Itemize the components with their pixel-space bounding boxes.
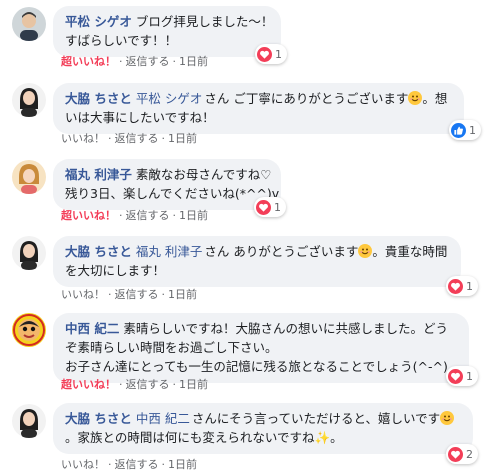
comment-author[interactable]: 大脇 ちさと — [65, 411, 132, 426]
comment-author[interactable]: 福丸 利津子 — [65, 167, 132, 182]
smiling-face-icon — [358, 244, 373, 258]
comment-text: さん ご丁寧にありがとうございます — [204, 91, 409, 106]
comment-text: 素敵なお母さんですね♡ — [135, 167, 272, 182]
avatar-photo-icon — [12, 83, 46, 117]
avatar-photo-icon — [12, 313, 46, 347]
heart-reaction-icon — [257, 46, 272, 62]
reaction-summary[interactable]: 1 — [446, 366, 478, 386]
comment-text: 残り3日、楽しんでくださいね(*^^)v — [65, 186, 280, 201]
mention-link[interactable]: 平松 シゲオ — [136, 91, 202, 106]
avatar[interactable] — [12, 313, 46, 347]
smiling-face-icon — [408, 91, 423, 105]
comment-text: 。想 — [422, 91, 448, 106]
comment-timestamp[interactable]: 1日前 — [168, 458, 197, 471]
reaction-summary[interactable]: 1 — [446, 276, 478, 296]
comment-text: いは大事にしたいですね！ — [65, 110, 215, 125]
comment-bubble: 中西 紀二 素晴らしいですね！大脇さんの想いに共感しました。どう ぞ素晴らしい時間… — [53, 313, 469, 383]
comment-actions: いいね！ · 返信する · 1日前 — [61, 132, 197, 145]
reaction-count: 1 — [469, 123, 476, 137]
mention-link[interactable]: 福丸 利津子 — [136, 244, 202, 259]
comment-actions: いいね！ · 返信する · 1日前 — [61, 458, 197, 471]
smiling-face-icon — [440, 411, 455, 425]
avatar-photo-icon — [12, 236, 46, 270]
comment-author[interactable]: 中西 紀二 — [65, 321, 119, 336]
comment-text: 。 — [330, 430, 343, 445]
reaction-count: 1 — [275, 47, 282, 61]
avatar[interactable] — [12, 404, 46, 438]
avatar[interactable] — [12, 236, 46, 270]
comment-timestamp[interactable]: 1日前 — [179, 55, 208, 68]
like-button[interactable]: 超いいね！ — [61, 55, 116, 68]
comment-actions: 超いいね！ · 返信する · 1日前 — [61, 209, 208, 222]
reply-button[interactable]: 返信する — [115, 458, 159, 471]
reaction-count: 1 — [466, 279, 473, 293]
comment-actions: 超いいね！ · 返信する · 1日前 — [61, 55, 208, 68]
comment-author[interactable]: 大脇 ちさと — [65, 244, 132, 259]
comment-text: ブログ拝見しました〜！ — [135, 14, 274, 29]
avatar-photo-icon — [12, 404, 46, 438]
comment-text: 。貴重な時間 — [372, 244, 448, 259]
reaction-summary[interactable]: 1 — [255, 44, 287, 64]
thumbs-up-reaction-icon — [451, 122, 466, 138]
like-button[interactable]: いいね！ — [61, 132, 105, 145]
comment-text: さん ありがとうございます — [204, 244, 359, 259]
reaction-count: 1 — [466, 369, 473, 383]
reply-button[interactable]: 返信する — [115, 132, 159, 145]
sparkles-icon: ✨ — [314, 430, 331, 445]
comment-timestamp[interactable]: 1日前 — [168, 288, 197, 301]
avatar[interactable] — [12, 160, 46, 194]
reaction-summary[interactable]: 1 — [254, 197, 286, 217]
like-button[interactable]: 超いいね！ — [61, 378, 116, 391]
comment-bubble: 大脇 ちさと 平松 シゲオ さん ご丁寧にありがとうございます 。想 いは大事にしたい… — [53, 83, 464, 134]
reaction-summary[interactable]: 1 — [449, 120, 481, 140]
reaction-count: 2 — [466, 447, 473, 461]
reaction-count: 1 — [274, 200, 281, 214]
comment-timestamp[interactable]: 1日前 — [179, 378, 208, 391]
avatar-photo-icon — [12, 7, 46, 41]
comment-actions: 超いいね！ · 返信する · 1日前 — [61, 378, 208, 391]
heart-reaction-icon — [448, 368, 463, 384]
avatar[interactable] — [12, 7, 46, 41]
comment-text: 素晴らしいですね！大脇さんの想いに共感しました。どう — [123, 321, 448, 336]
comment-actions: いいね！ · 返信する · 1日前 — [61, 288, 197, 301]
reply-button[interactable]: 返信する — [115, 288, 159, 301]
reply-button[interactable]: 返信する — [126, 209, 170, 222]
comment-author[interactable]: 大脇 ちさと — [65, 91, 132, 106]
like-button[interactable]: いいね！ — [61, 288, 105, 301]
comment-text: お子さん達にとっても一生の記憶に残る旅となることでしょう(^-^) — [65, 359, 448, 374]
heart-reaction-icon — [448, 278, 463, 294]
like-button[interactable]: 超いいね！ — [61, 209, 116, 222]
like-button[interactable]: いいね！ — [61, 458, 105, 471]
reply-button[interactable]: 返信する — [126, 378, 170, 391]
comment-bubble: 大脇 ちさと 中西 紀二 さんにそう言っていただけると、嬉しいです 。家族との時間は… — [53, 403, 473, 454]
comment-text: さんにそう言っていただけると、嬉しいです — [191, 411, 441, 426]
heart-reaction-icon — [448, 446, 463, 462]
reaction-summary[interactable]: 2 — [446, 444, 478, 464]
heart-reaction-icon — [256, 199, 271, 215]
comment-timestamp[interactable]: 1日前 — [179, 209, 208, 222]
mention-link[interactable]: 中西 紀二 — [136, 411, 190, 426]
comment-text: を大切にします！ — [65, 263, 166, 278]
comment-text: ぞ素晴らしい時間をお過ごし下さい。 — [65, 340, 278, 355]
comment-bubble: 平松 シゲオ ブログ拝見しました〜！ すばらしいです！！ — [53, 6, 281, 57]
avatar-photo-icon — [12, 160, 46, 194]
comment-text: 。家族との時間は何にも変えられないですね — [65, 430, 315, 445]
reply-button[interactable]: 返信する — [126, 55, 170, 68]
comment-timestamp[interactable]: 1日前 — [168, 132, 197, 145]
comment-author[interactable]: 平松 シゲオ — [65, 14, 132, 29]
comment-bubble: 大脇 ちさと 福丸 利津子 さん ありがとうございます 。貴重な時間 を大切にします！ — [53, 236, 461, 287]
comment-text: すばらしいです！！ — [65, 33, 178, 48]
comment-bubble: 福丸 利津子 素敵なお母さんですね♡ 残り3日、楽しんでくださいね(*^^)v — [53, 159, 281, 210]
avatar[interactable] — [12, 83, 46, 117]
